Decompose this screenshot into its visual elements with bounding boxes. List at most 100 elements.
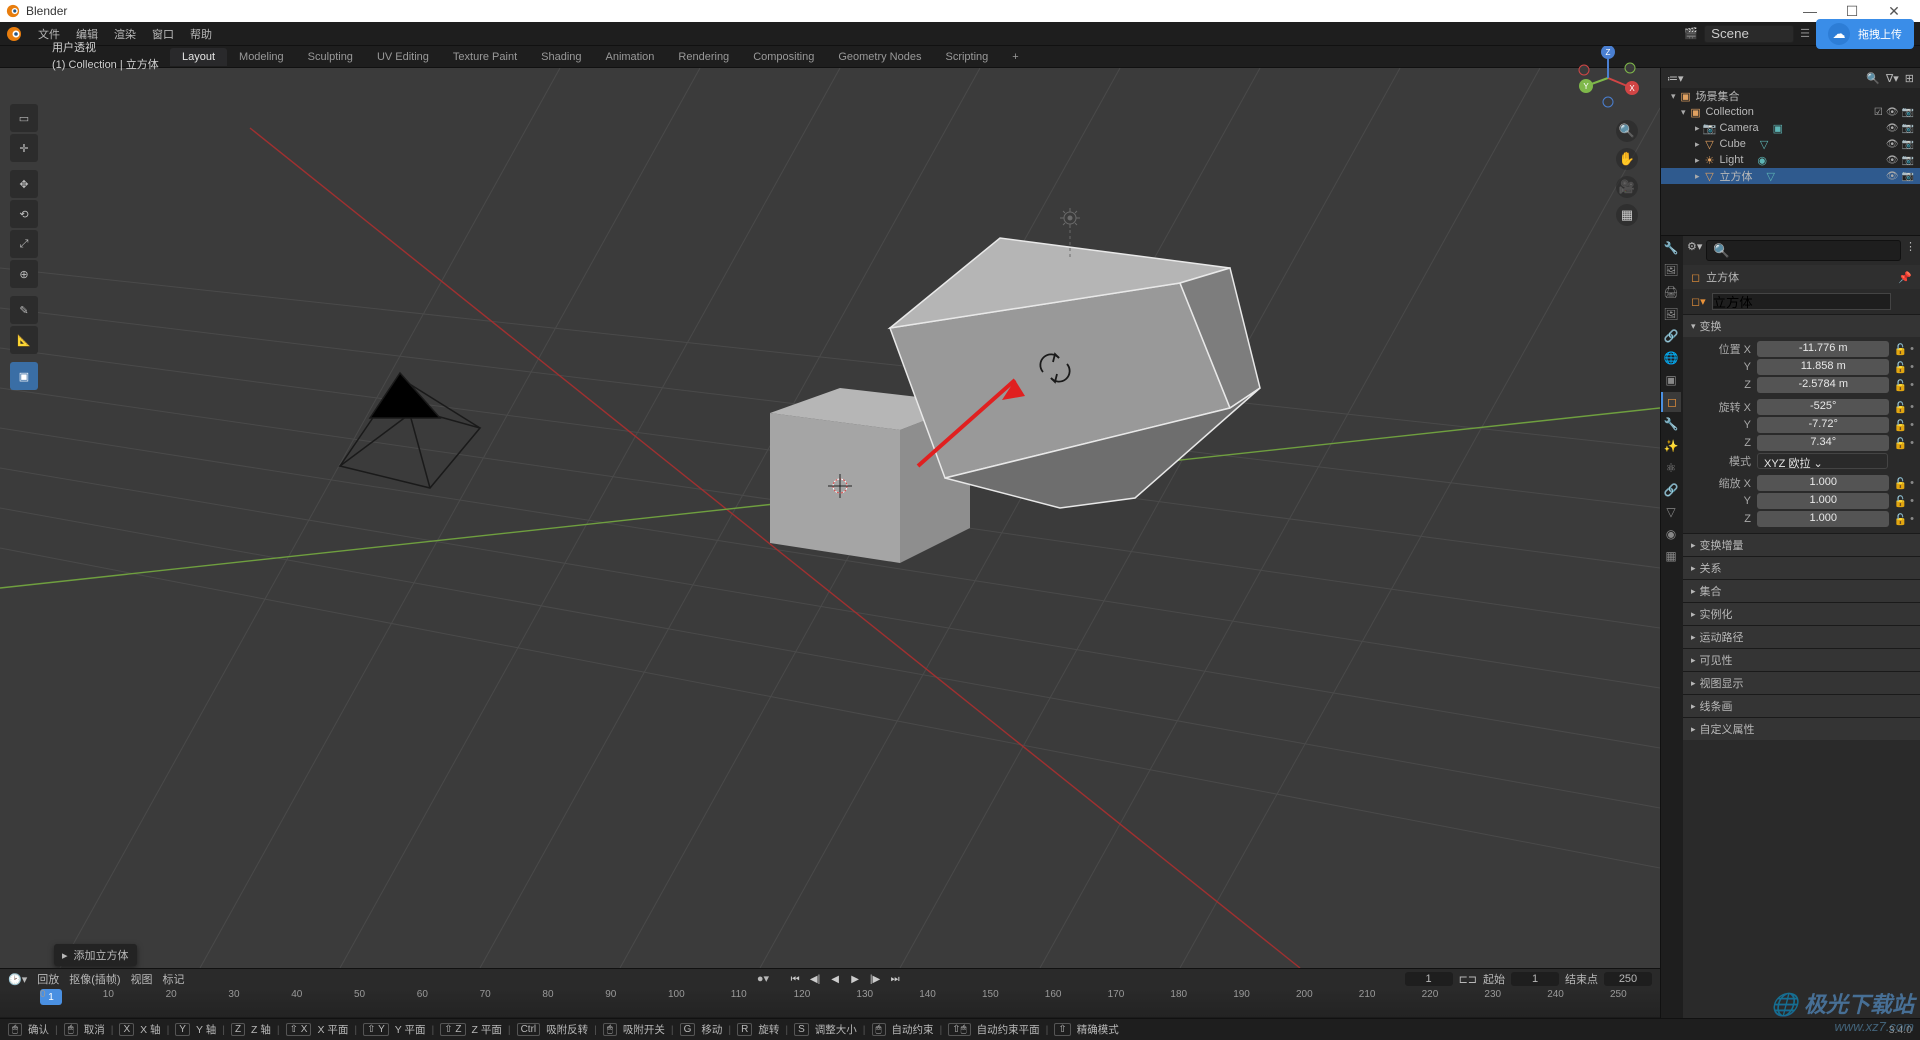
filter-icon[interactable]: 🔍 [1866,72,1880,85]
rotate-tool[interactable]: ⟲ [10,200,38,228]
editor-type-icon[interactable]: ≔▾ [1667,72,1684,85]
transform-tool[interactable]: ⊕ [10,260,38,288]
scale-x-input[interactable]: 1.000 [1757,475,1889,491]
ptab-object[interactable]: ◻ [1661,392,1681,412]
add-cube-tool[interactable]: ▣ [10,362,38,390]
section-transform[interactable]: ▾变换 [1683,315,1920,337]
pin-icon[interactable]: 📌 [1898,271,1912,284]
perspective-toggle-button[interactable]: ▦ [1616,204,1638,226]
lock-icon[interactable]: 🔓 [1893,343,1907,356]
ptab-scene[interactable]: 🔗 [1661,326,1681,346]
select-box-tool[interactable]: ▭ [10,104,38,132]
cursor-tool[interactable]: ✛ [10,134,38,162]
outliner-item-cube[interactable]: ▸▽ Cube ▽ 👁📷 [1661,136,1920,152]
tab-modeling[interactable]: Modeling [227,48,296,66]
scale-tool[interactable]: ⤢ [10,230,38,258]
annotate-tool[interactable]: ✎ [10,296,38,324]
tab-geonodes[interactable]: Geometry Nodes [826,48,933,66]
options-icon[interactable]: ⋮ [1905,240,1916,261]
jump-end-button[interactable]: ⏭ [887,972,903,986]
autokey-toggle[interactable]: ●▾ [757,972,769,986]
range-icon[interactable]: ⊏⊐ [1459,973,1477,986]
location-z-input[interactable]: -2.5784 m [1757,377,1889,393]
section-instancing[interactable]: ▸实例化 [1683,603,1920,625]
ptab-world[interactable]: 🌐 [1661,348,1681,368]
tl-view[interactable]: 视图 [131,971,153,987]
jump-start-button[interactable]: ⏮ [787,972,803,986]
ptab-data[interactable]: ▽ [1661,502,1681,522]
ptab-viewlayer[interactable]: 🖼 [1661,304,1681,324]
tl-keying[interactable]: 抠像(插帧) [69,971,120,987]
object-name-input[interactable] [1712,293,1891,310]
tab-sculpting[interactable]: Sculpting [296,48,365,66]
end-frame-input[interactable]: 250 [1604,972,1652,986]
zoom-button[interactable]: 🔍 [1616,120,1638,142]
location-x-input[interactable]: -11.776 m [1757,341,1889,357]
rotation-mode-select[interactable]: XYZ 欧拉 ⌄ [1757,453,1888,469]
section-delta[interactable]: ▸变换增量 [1683,534,1920,556]
section-collections[interactable]: ▸集合 [1683,580,1920,602]
ptab-texture[interactable]: ▦ [1661,546,1681,566]
new-collection-icon[interactable]: ⊞ [1905,72,1914,85]
next-keyframe-button[interactable]: |▶ [867,972,883,986]
outliner-collection[interactable]: ▾▣ Collection ☑👁📷 [1661,104,1920,120]
tab-uvediting[interactable]: UV Editing [365,48,441,66]
scale-z-input[interactable]: 1.000 [1757,511,1889,527]
tab-texturepaint[interactable]: Texture Paint [441,48,529,66]
lock-icon[interactable]: 🔓 [1893,477,1907,490]
tab-animation[interactable]: Animation [594,48,667,66]
timeline-track[interactable]: 1 01020304050607080901001101201301401501… [0,989,1660,1017]
move-tool[interactable]: ✥ [10,170,38,198]
lock-icon[interactable]: 🔓 [1893,495,1907,508]
outliner-item-light[interactable]: ▸☀ Light ◉ 👁📷 [1661,152,1920,168]
tab-layout[interactable]: Layout [170,48,227,66]
ptab-output[interactable]: 🖨 [1661,282,1681,302]
viewlayer-icon[interactable]: ☰ [1800,27,1810,40]
scale-y-input[interactable]: 1.000 [1757,493,1889,509]
tab-rendering[interactable]: Rendering [666,48,741,66]
3d-viewport[interactable] [0,68,1660,968]
prev-keyframe-button[interactable]: ◀| [807,972,823,986]
tl-playback[interactable]: 回放 [37,971,59,987]
section-visibility[interactable]: ▸可见性 [1683,649,1920,671]
current-frame-input[interactable]: 1 [1405,972,1453,986]
lock-icon[interactable]: 🔓 [1893,379,1907,392]
redo-panel[interactable]: ▸ 添加立方体 [54,944,137,966]
tab-compositing[interactable]: Compositing [741,48,826,66]
lock-icon[interactable]: 🔓 [1893,513,1907,526]
location-y-input[interactable]: 11.858 m [1757,359,1889,375]
lock-icon[interactable]: 🔓 [1893,419,1907,432]
ptab-physics[interactable]: ⚛ [1661,458,1681,478]
play-rev-button[interactable]: ◀ [827,972,843,986]
timeline-editor-icon[interactable]: 🕑▾ [8,973,27,986]
section-motion[interactable]: ▸运动路径 [1683,626,1920,648]
ptab-material[interactable]: ◉ [1661,524,1681,544]
section-custom[interactable]: ▸自定义属性 [1683,718,1920,740]
rotation-x-input[interactable]: -525° [1757,399,1889,415]
navigation-gizmo[interactable]: X Y Z [1576,46,1640,110]
section-lineart[interactable]: ▸线条画 [1683,695,1920,717]
scene-name-input[interactable] [1704,25,1794,43]
lock-icon[interactable]: 🔓 [1893,437,1907,450]
measure-tool[interactable]: 📐 [10,326,38,354]
ptab-particles[interactable]: ✨ [1661,436,1681,456]
lock-icon[interactable]: 🔓 [1893,401,1907,414]
outliner-item-selected[interactable]: ▸▽ 立方体 ▽ 👁📷 [1661,168,1920,184]
upload-button[interactable]: ☁ 拖拽上传 [1816,19,1914,49]
ptab-tool[interactable]: 🔧 [1661,238,1681,258]
lock-icon[interactable]: 🔓 [1893,361,1907,374]
rotation-y-input[interactable]: -7.72° [1757,417,1889,433]
ptab-render[interactable]: 🖼 [1661,260,1681,280]
funnel-icon[interactable]: ∇▾ [1886,72,1899,85]
ptab-modifiers[interactable]: 🔧 [1661,414,1681,434]
ptab-constraints[interactable]: 🔗 [1661,480,1681,500]
tl-markers[interactable]: 标记 [163,971,185,987]
section-relations[interactable]: ▸关系 [1683,557,1920,579]
properties-search-input[interactable] [1706,240,1901,261]
outliner-item-camera[interactable]: ▸📷 Camera ▣ 👁📷 [1661,120,1920,136]
menu-help[interactable]: 帮助 [182,26,220,42]
rotation-z-input[interactable]: 7.34° [1757,435,1889,451]
pan-button[interactable]: ✋ [1616,148,1638,170]
editor-type-icon[interactable]: ⚙▾ [1687,240,1702,261]
ptab-collection[interactable]: ▣ [1661,370,1681,390]
